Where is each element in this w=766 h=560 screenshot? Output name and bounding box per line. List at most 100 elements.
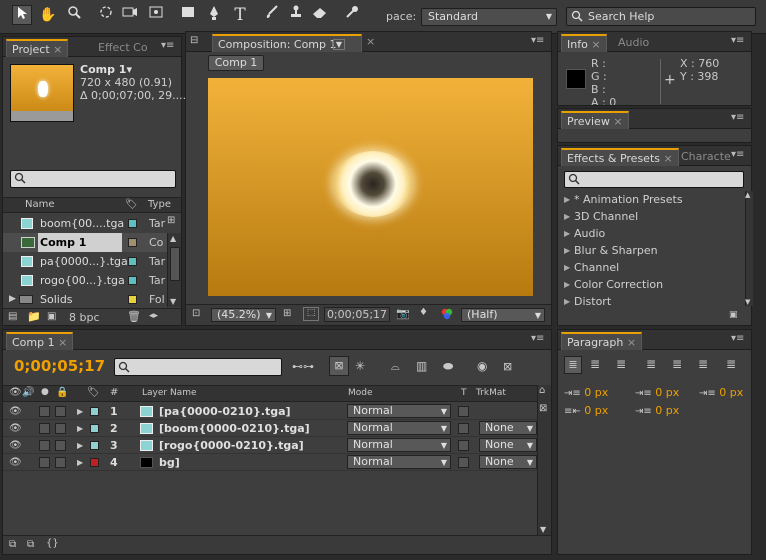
layer-label-color[interactable] [90,407,99,416]
chevron-down-icon[interactable]: ▼ [332,39,345,50]
title-safe-icon[interactable]: ⊞ [283,308,291,319]
indent-first-field[interactable]: ⇥≡ 0 px [635,386,679,399]
close-icon[interactable]: × [53,43,62,56]
effects-category[interactable]: ▶ Audio [558,225,736,242]
brush-tool-icon[interactable] [262,5,282,25]
col-type[interactable]: Type [148,199,171,210]
scroll-horizontal-icon[interactable]: ◂▸ [149,311,158,321]
layer-name[interactable]: [boom{0000-0210}.tga] [159,420,310,437]
effects-category[interactable]: ▶ Distort [558,293,736,310]
tab-audio[interactable]: Audio [613,34,654,52]
lock-toggle[interactable] [55,457,66,468]
work-area-icon[interactable]: ⌂ [539,385,545,396]
graph-editor-icon[interactable]: ⊠ [503,360,512,373]
tab-effects-presets[interactable]: Effects & Presets × [561,148,679,166]
effects-category[interactable]: ▶ 3D Channel [558,208,736,225]
pen-tool-icon[interactable] [204,5,224,25]
expand-transfer-controls-icon[interactable]: ⧉ [27,539,34,550]
trkmat-select[interactable]: None ▼ [479,438,537,452]
audio-toggle[interactable] [39,423,50,434]
type-tool-icon[interactable]: T [230,5,250,25]
expand-arrow-icon[interactable]: ▶ [9,290,16,309]
effects-category[interactable]: ▶ * Animation Presets [558,191,736,208]
effects-category[interactable]: ▶ Channel [558,259,736,276]
expand-arrow-icon[interactable]: ▶ [77,420,83,437]
align-right-icon[interactable]: ≣ [616,357,626,371]
selection-tool-icon[interactable] [12,5,32,25]
project-item[interactable]: ▶ Solids Fol [3,290,167,309]
panel-menu-icon[interactable]: ▾≡ [531,334,545,344]
justify-last-left-icon[interactable]: ≣ [646,357,656,371]
project-item[interactable]: Comp 1 Co [3,233,167,252]
effects-scrollbar[interactable]: ▲ ▼ [745,191,753,306]
preserve-transparency-toggle[interactable] [458,440,469,451]
col-layer-name[interactable]: Layer Name [142,388,197,398]
hide-shy-layers-icon[interactable]: ⌓ [391,360,400,374]
draft-3d-icon[interactable]: ✳ [355,359,365,373]
close-icon[interactable]: × [591,38,600,51]
mode-select[interactable]: Normal ▼ [347,421,451,435]
audio-toggle[interactable] [39,440,50,451]
tab-character[interactable]: Characte [676,148,736,166]
layer-row[interactable]: 👁 ▶ 2 [boom{0000-0210}.tga] Normal ▼ None ▼ [3,420,538,437]
scroll-up-icon[interactable]: ▲ [745,191,750,199]
space-after-field[interactable]: ⇥≡ 0 px [635,404,679,417]
tab-comp1-timeline[interactable]: Comp 1 × [6,332,74,350]
close-icon[interactable]: × [627,336,636,349]
expand-arrow-icon[interactable]: ▶ [564,191,570,208]
tab-info[interactable]: Info × [561,34,607,52]
mask-visibility-icon[interactable]: ⬚ [303,307,319,321]
layer-row[interactable]: 👁 ▶ 1 [pa{0000-0210}.tga] Normal ▼ [3,403,538,420]
zoom-select[interactable]: (45.2%) ▼ [211,308,276,322]
puppet-tool-icon[interactable] [342,5,362,25]
bpc-label[interactable]: 8 bpc [69,311,100,324]
eye-icon[interactable]: 👁 [9,420,22,437]
eye-icon[interactable]: 👁 [9,403,22,420]
audio-toggle[interactable] [39,406,50,417]
indent-left-field[interactable]: ⇥≡ 0 px [564,386,608,399]
tab-composition[interactable]: Composition: Comp 1 ▼ [212,34,362,52]
workspace-select[interactable]: Standard ▼ [421,8,557,26]
scroll-up-icon[interactable]: ▲ [170,234,176,243]
expand-arrow-icon[interactable]: ▶ [564,208,570,225]
show-snapshot-icon[interactable]: ♦ [419,307,428,318]
mode-select[interactable]: Normal ▼ [347,455,451,469]
hand-tool-icon[interactable]: ✋ [38,5,58,25]
effects-search-field[interactable] [564,171,744,188]
layer-label-color[interactable] [90,441,99,450]
justify-all-icon[interactable]: ≣ [726,357,736,371]
expand-arrow-icon[interactable]: ▶ [77,454,83,471]
camera-snapshot-icon[interactable]: 📷 [396,307,410,320]
timeline-timecode[interactable]: 0;00;05;17 [14,357,105,375]
effects-category[interactable]: ▶ Blur & Sharpen [558,242,736,259]
new-comp-icon[interactable]: ▣ [47,311,56,322]
tab-paragraph[interactable]: Paragraph × [561,332,643,350]
effects-category[interactable]: ▶ Color Correction [558,276,736,293]
lock-icon[interactable]: ⊟ [190,35,198,46]
preserve-transparency-toggle[interactable] [458,406,469,417]
preserve-transparency-toggle[interactable] [458,457,469,468]
col-name[interactable]: Name [25,199,55,210]
panel-menu-icon[interactable]: ▾≡ [731,113,745,123]
rotate-tool-icon[interactable] [96,5,116,25]
rectangle-tool-icon[interactable] [178,5,198,25]
new-folder-icon[interactable]: 📁 [27,310,41,323]
indent-right-field[interactable]: ≡⇤ 0 px [564,404,608,417]
always-preview-icon[interactable]: ⊡ [192,308,200,319]
eraser-tool-icon[interactable] [310,5,330,25]
expand-arrow-icon[interactable]: ▶ [564,225,570,242]
tab-effect-controls[interactable]: Effect Co [93,39,153,57]
align-center-icon[interactable]: ≣ [590,357,600,371]
comp-button[interactable]: Comp 1 [208,55,264,71]
scroll-down-icon[interactable]: ▼ [745,298,750,306]
tab-project[interactable]: Project × [6,39,69,57]
interpret-footage-icon[interactable]: ▤ [8,311,17,322]
project-item[interactable]: rogo{00...}.tga Tar [3,271,167,290]
layer-label-color[interactable] [90,458,99,467]
channels-icon[interactable] [440,307,454,324]
close-icon[interactable]: × [613,115,622,128]
project-network-icon[interactable]: ⊞ [167,215,181,231]
scroll-down-icon[interactable]: ▼ [540,525,546,534]
panel-menu-icon[interactable]: ▾≡ [531,36,545,46]
new-folder-icon[interactable]: ▣ [729,310,738,320]
